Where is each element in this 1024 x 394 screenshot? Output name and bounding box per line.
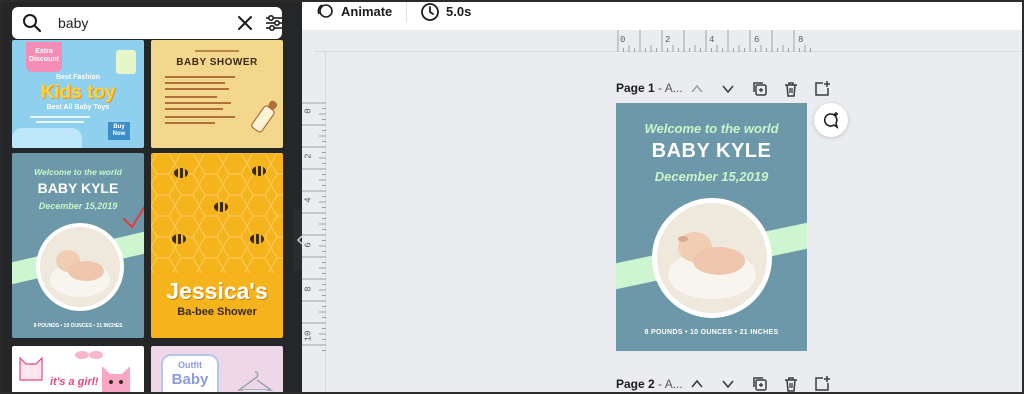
chevron-up-icon[interactable] bbox=[688, 375, 706, 393]
design-baby-photo-image bbox=[657, 203, 767, 313]
horizontal-ruler: 0 2 4 6 8 bbox=[314, 30, 1022, 52]
template-results: Extra Discount Best Fashion Kids toy Bes… bbox=[12, 40, 284, 392]
baby-bottle-icon bbox=[251, 100, 278, 133]
duplicate-page-icon[interactable] bbox=[751, 375, 769, 393]
search-box[interactable] bbox=[12, 7, 282, 39]
kyle-stats-text: 8 POUNDS • 10 OUNCES • 21 INCHES bbox=[33, 323, 123, 329]
page-1-title[interactable]: Page 1 - A... bbox=[616, 81, 683, 95]
add-comment-button[interactable] bbox=[814, 103, 848, 137]
page-1-label: Page 1 bbox=[616, 81, 655, 95]
kids-toy-title: Kids toy bbox=[40, 82, 116, 103]
checkmark-annotation-icon bbox=[123, 205, 144, 228]
add-page-icon[interactable] bbox=[813, 80, 831, 98]
clock-icon[interactable] bbox=[420, 2, 440, 22]
ruler-tick-label: 4 bbox=[303, 197, 314, 203]
chevron-down-icon[interactable] bbox=[719, 375, 737, 393]
trash-icon[interactable] bbox=[782, 375, 800, 393]
vertical-ruler: 0 2 4 6 8 10 bbox=[302, 52, 326, 392]
kids-toy-line1: Best Fashion bbox=[56, 74, 100, 81]
cat-icon bbox=[19, 356, 43, 381]
close-icon[interactable] bbox=[236, 14, 254, 32]
design-page-1[interactable]: Welcome to the world BABY KYLE December … bbox=[616, 103, 807, 351]
duplicate-page-icon[interactable] bbox=[751, 80, 769, 98]
toy-icon bbox=[116, 50, 136, 74]
page-2-suffix: - A... bbox=[654, 377, 683, 391]
jessica-name-text: Jessica's bbox=[166, 278, 268, 304]
jessica-subtitle-text: Ba-bee Shower bbox=[177, 306, 257, 318]
design-date-text[interactable]: December 15,2019 bbox=[616, 169, 807, 184]
template-baby-kyle[interactable]: Welcome to the world BABY KYLE December … bbox=[12, 153, 144, 338]
add-page-icon[interactable] bbox=[813, 375, 831, 393]
trash-icon[interactable] bbox=[782, 80, 800, 98]
page-2-title[interactable]: Page 2 - A... bbox=[616, 377, 683, 391]
ruler-tick-label: 4 bbox=[709, 35, 715, 45]
vertical-ruler-ticks bbox=[302, 102, 326, 351]
chevron-up-icon[interactable] bbox=[688, 80, 706, 98]
template-kids-toy[interactable]: Extra Discount Best Fashion Kids toy Bes… bbox=[12, 40, 144, 148]
template-its-a-girl[interactable]: it's a girl! bbox=[12, 346, 144, 392]
ruler-tick-label: 0 bbox=[303, 108, 314, 114]
design-baby-photo[interactable] bbox=[652, 198, 772, 318]
animate-button[interactable]: Animate bbox=[341, 4, 392, 19]
toolbar-separator bbox=[406, 2, 407, 22]
cloud-shape bbox=[12, 128, 82, 148]
search-icon bbox=[23, 14, 42, 33]
panel-divider bbox=[292, 2, 302, 392]
app-window: Extra Discount Best Fashion Kids toy Bes… bbox=[0, 0, 1024, 394]
detail-lines bbox=[165, 76, 237, 128]
chevron-down-icon[interactable] bbox=[719, 80, 737, 98]
comment-icon bbox=[823, 112, 839, 129]
animate-icon[interactable] bbox=[316, 2, 334, 20]
filter-icon[interactable] bbox=[264, 13, 284, 33]
hanger-icon bbox=[236, 371, 274, 392]
discount-badge: Extra Discount bbox=[26, 42, 62, 72]
template-outfit-baby[interactable]: Outfit Baby bbox=[151, 346, 283, 392]
design-welcome-text[interactable]: Welcome to the world bbox=[616, 121, 807, 136]
template-jessica-babee-shower[interactable]: Jessica's Ba-bee Shower bbox=[151, 153, 283, 338]
outfit-line1: Outfit bbox=[178, 360, 202, 370]
top-lines-icon bbox=[195, 50, 239, 52]
kyle-welcome-text: Welcome to the world bbox=[34, 167, 122, 177]
ruler-tick-label: 6 bbox=[303, 242, 314, 248]
ruler-tick-label: 10 bbox=[303, 330, 314, 342]
ruler-tick-label: 8 bbox=[303, 286, 314, 292]
templates-panel: Extra Discount Best Fashion Kids toy Bes… bbox=[2, 2, 292, 392]
design-name-text[interactable]: BABY KYLE bbox=[616, 140, 807, 163]
girl-text: it's a girl! bbox=[50, 376, 99, 388]
kids-toy-line3: Best All Baby Toys bbox=[46, 104, 110, 111]
top-toolbar: Animate 5.0s bbox=[302, 2, 1022, 24]
pink-cat-icon bbox=[102, 366, 130, 392]
template-baby-shower[interactable]: BABY SHOWER bbox=[151, 40, 283, 148]
ruler-tick-label: 6 bbox=[754, 35, 760, 45]
design-stats-text[interactable]: 8 POUNDS • 10 OUNCES • 21 INCHES bbox=[616, 329, 807, 336]
ruler-tick-label: 8 bbox=[798, 35, 804, 45]
placeholder-lines-icon bbox=[30, 116, 90, 123]
buy-now-label: Buy Now bbox=[108, 122, 130, 140]
baby-photo bbox=[36, 223, 124, 311]
honeycomb-pattern bbox=[151, 153, 283, 273]
page-1-suffix: - A... bbox=[654, 81, 683, 95]
page-2-label: Page 2 bbox=[616, 377, 655, 391]
outfit-tag: Outfit Baby bbox=[161, 354, 219, 392]
ruler-tick-label: 2 bbox=[665, 35, 671, 45]
ruler-tick-label: 0 bbox=[620, 35, 626, 45]
baby-photo-image bbox=[40, 227, 120, 307]
baby-shower-title: BABY SHOWER bbox=[176, 57, 258, 68]
duration-button[interactable]: 5.0s bbox=[446, 4, 471, 19]
ruler-tick-label: 2 bbox=[303, 153, 314, 159]
outfit-line2: Baby bbox=[171, 371, 209, 388]
search-input[interactable] bbox=[58, 13, 218, 33]
